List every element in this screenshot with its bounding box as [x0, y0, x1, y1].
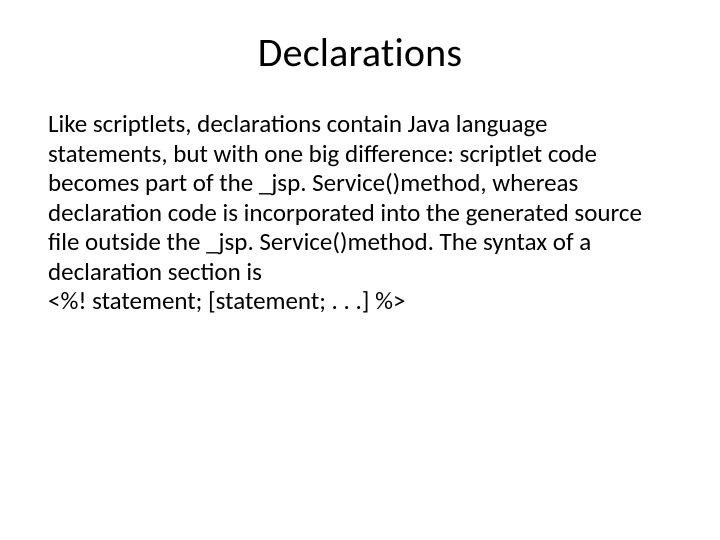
syntax-line: <%! statement; [statement; . . .] %> — [48, 285, 405, 316]
slide-body: Like scriptlets, declarations contain Ja… — [48, 109, 672, 316]
slide-title: Declarations — [48, 28, 672, 77]
slide: Declarations Like scriptlets, declaratio… — [0, 0, 720, 540]
body-paragraph: Like scriptlets, declarations contain Ja… — [48, 108, 642, 287]
